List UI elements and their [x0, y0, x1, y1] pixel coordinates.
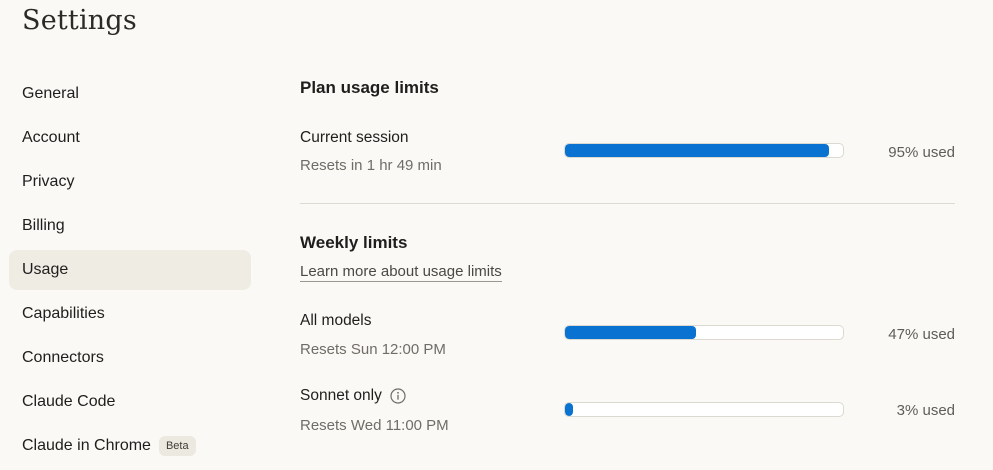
- settings-sidebar: General Account Privacy Billing Usage Ca…: [9, 74, 251, 470]
- all-models-used: 47% used: [888, 326, 955, 343]
- page-title: Settings: [22, 5, 137, 36]
- sonnet-only-reset: Resets Wed 11:00 PM: [300, 417, 449, 434]
- section-divider: [300, 203, 955, 204]
- current-session-used: 95% used: [888, 144, 955, 161]
- info-icon[interactable]: [390, 388, 406, 404]
- current-session-reset: Resets in 1 hr 49 min: [300, 157, 442, 174]
- all-models-reset: Resets Sun 12:00 PM: [300, 341, 446, 358]
- sidebar-item-claude-code[interactable]: Claude Code: [9, 382, 251, 422]
- all-models-progress-fill: [565, 326, 696, 339]
- all-models-progress-bar: [564, 325, 844, 340]
- sidebar-item-account[interactable]: Account: [9, 118, 251, 158]
- weekly-limits-title: Weekly limits: [300, 233, 408, 252]
- all-models-label: All models: [300, 312, 372, 329]
- sidebar-item-general[interactable]: General: [9, 74, 251, 114]
- sidebar-item-usage[interactable]: Usage: [9, 250, 251, 290]
- sidebar-item-connectors[interactable]: Connectors: [9, 338, 251, 378]
- learn-more-link[interactable]: Learn more about usage limits: [300, 263, 502, 282]
- plan-usage-title: Plan usage limits: [300, 78, 439, 97]
- sidebar-item-claude-in-chrome[interactable]: Claude in Chrome Beta: [9, 426, 251, 466]
- sidebar-item-billing[interactable]: Billing: [9, 206, 251, 246]
- sonnet-only-row-label: Sonnet only: [300, 387, 406, 405]
- sonnet-only-label: Sonnet only: [300, 387, 382, 404]
- sonnet-only-progress-fill: [565, 403, 574, 416]
- usage-panel: Plan usage limits Current session Resets…: [300, 0, 955, 469]
- current-session-label: Current session: [300, 129, 409, 146]
- sonnet-only-progress-bar: [564, 402, 844, 417]
- beta-badge: Beta: [158, 436, 196, 456]
- sonnet-only-used: 3% used: [896, 402, 955, 419]
- sidebar-item-capabilities[interactable]: Capabilities: [9, 294, 251, 334]
- sidebar-item-label: Claude in Chrome: [22, 437, 151, 454]
- current-session-progress-bar: [564, 143, 844, 158]
- current-session-progress-fill: [565, 144, 830, 157]
- sidebar-item-privacy[interactable]: Privacy: [9, 162, 251, 202]
